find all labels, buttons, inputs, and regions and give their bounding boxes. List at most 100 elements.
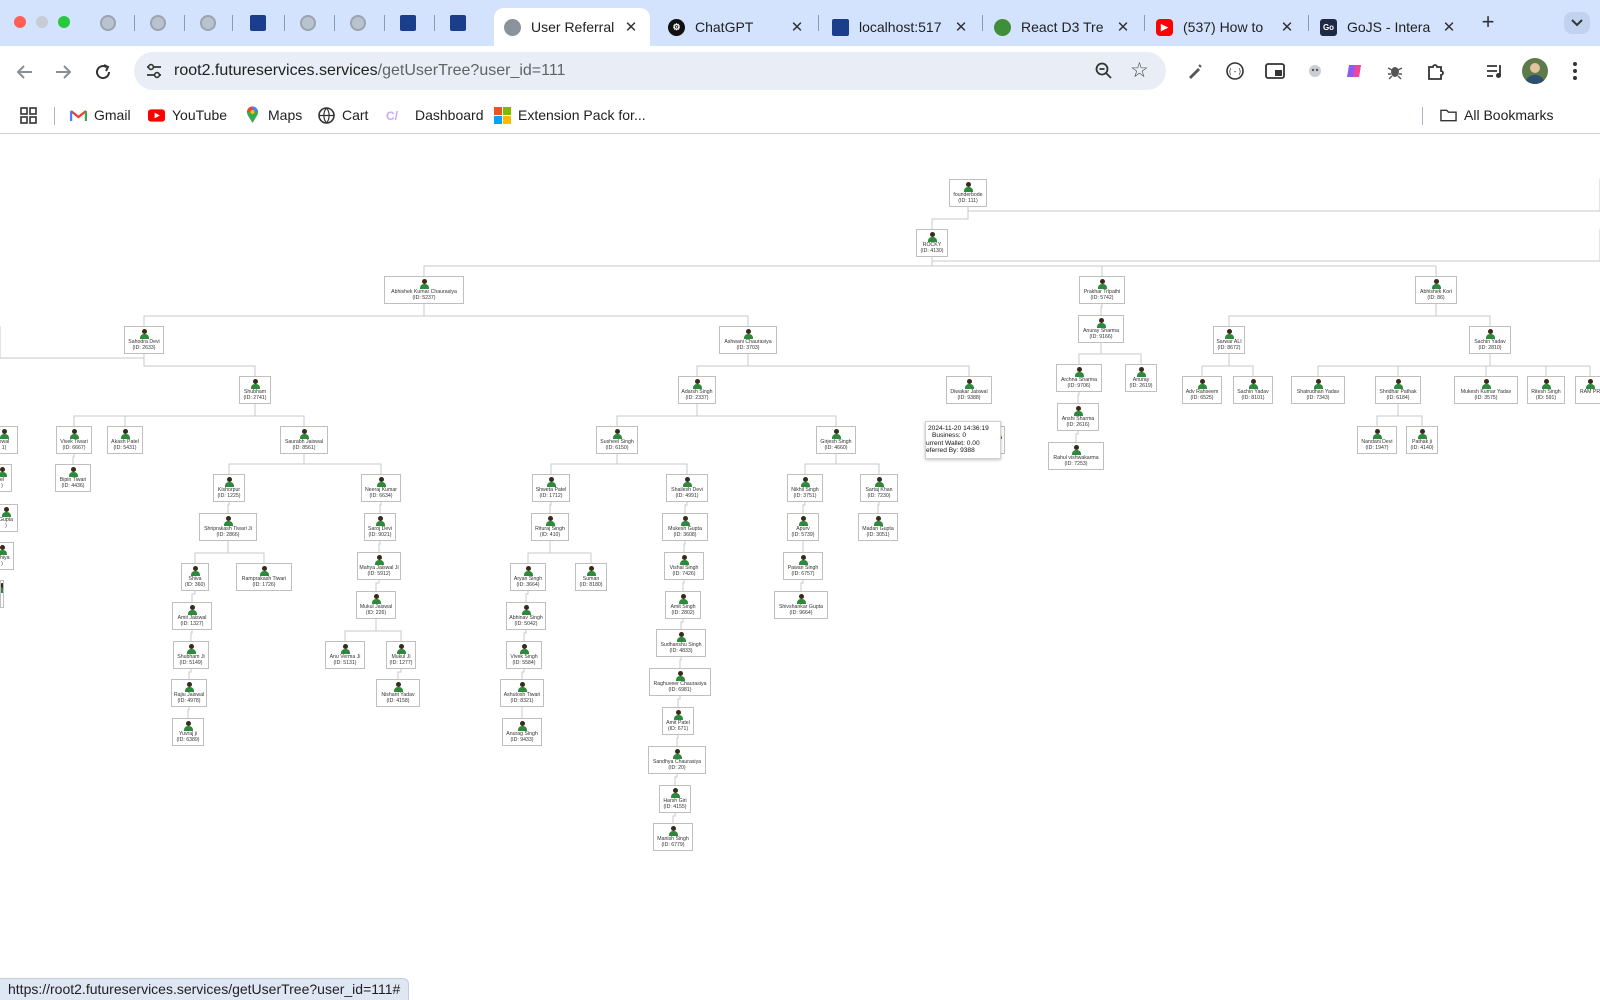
tab-search-button[interactable] bbox=[1564, 12, 1590, 34]
apps-button[interactable] bbox=[20, 105, 37, 125]
minimize-window-button[interactable] bbox=[36, 16, 48, 28]
tree-node[interactable]: Shweta Patel (ID: 1712) bbox=[532, 474, 570, 502]
bookmark-maps[interactable]: Maps bbox=[244, 105, 302, 125]
tree-node[interactable]: Suman (ID: 8180) bbox=[575, 563, 607, 591]
tree-node[interactable]: Anshi Sharma (ID: 2616) bbox=[1057, 403, 1099, 431]
tree-node[interactable]: founderbode (ID: 111) bbox=[949, 179, 987, 207]
close-tab-icon[interactable]: ✕ bbox=[788, 18, 806, 36]
back-button[interactable] bbox=[12, 59, 38, 85]
tree-node[interactable]: Aryan Singh (ID: 3664) bbox=[510, 563, 546, 591]
tree-node[interactable]: Nikhil Singh (ID: 3751) bbox=[787, 474, 823, 502]
tree-node[interactable]: Neeraj Kumar (ID: 6634) bbox=[361, 474, 401, 502]
tree-node[interactable]: Shatrudhan Yadav (ID: 7343) bbox=[1291, 376, 1345, 404]
tree-node[interactable]: Manish Singh (ID: 6779) bbox=[653, 823, 693, 851]
tree-node[interactable]: Sachin Yadav (ID: 8101) bbox=[1233, 376, 1273, 404]
tree-node[interactable]: Madan Gupta (ID: 3051) bbox=[858, 513, 898, 541]
tree-node[interactable]: Apurv (ID: 5739) bbox=[787, 513, 819, 541]
tree-node[interactable]: Diwakar Jaiswal (ID: 9388) bbox=[946, 376, 992, 404]
tree-node[interactable]: Rituraj Singh (ID: 410) bbox=[531, 513, 569, 541]
tree-node[interactable]: Sartaj Khan (ID: 7230) bbox=[860, 474, 898, 502]
tree-node[interactable]: Saroj Devi (ID: 9021) bbox=[364, 513, 396, 541]
new-tab-button[interactable]: + bbox=[1476, 9, 1500, 35]
tab-react-d3-tree[interactable]: React D3 Tre ✕ bbox=[984, 8, 1142, 46]
tree-node[interactable]: Amit Singh (ID: 2802) bbox=[665, 591, 701, 619]
tree-node[interactable]: Anuray (ID: 2619) bbox=[1125, 364, 1157, 392]
media-controls-icon[interactable] bbox=[1484, 60, 1506, 82]
bookmark-dashboard[interactable]: C/ Dashboard bbox=[386, 105, 484, 125]
tree-node[interactable] bbox=[0, 580, 4, 608]
picture-in-picture-icon[interactable] bbox=[1264, 60, 1286, 82]
tree-node[interactable]: Abhishek Kumar Chaurasiya (ID: 5237) bbox=[384, 276, 464, 304]
tree-node[interactable]: Sudhanshu Singh (ID: 4833) bbox=[656, 629, 706, 657]
address-bar[interactable]: root2.futureservices.services/getUserTre… bbox=[134, 52, 1166, 90]
tree-node[interactable]: Vishal Singh (ID: 7426) bbox=[664, 552, 704, 580]
tab-gojs[interactable]: Go GoJS - Intera ✕ bbox=[1310, 8, 1468, 46]
tree-node[interactable]: Sachin Yadav (ID: 2810) bbox=[1469, 326, 1511, 354]
puzzle-extensions-icon[interactable] bbox=[1424, 60, 1446, 82]
zoom-window-button[interactable] bbox=[58, 16, 70, 28]
tree-node[interactable]: Sarwar ALI (ID: 8672) bbox=[1213, 326, 1245, 354]
tree-node[interactable]: Sandhya Chaurasiya (ID: 20) bbox=[648, 746, 706, 774]
tree-node[interactable]: ewal1) bbox=[0, 426, 18, 454]
tree-node[interactable]: Kishorpur (ID: 1225) bbox=[213, 474, 245, 502]
menu-kebab-icon[interactable] bbox=[1564, 60, 1586, 82]
bookmark-youtube[interactable]: YouTube bbox=[148, 105, 227, 125]
tree-node[interactable]: Nishant Yadav (ID: 4158) bbox=[376, 679, 420, 707]
reload-button[interactable] bbox=[90, 59, 116, 85]
tree-node[interactable]: Rajiu Jaiswal (ID: 4978) bbox=[171, 679, 207, 707]
tab-pinned-7[interactable] bbox=[386, 11, 430, 35]
tree-node[interactable]: ROCKY (ID: 4130) bbox=[916, 229, 948, 257]
tree-node[interactable]: Shiva (ID: 360) bbox=[181, 563, 209, 591]
tree-node[interactable]: Amit Patel (ID: 671) bbox=[662, 707, 694, 735]
bookmark-cart[interactable]: Cart bbox=[318, 105, 368, 125]
tree-node[interactable]: Amit Jaiswal (ID: 1327) bbox=[172, 602, 212, 630]
tree-node[interactable]: Akash Patel (ID: 5431) bbox=[107, 426, 143, 454]
forward-button[interactable] bbox=[50, 59, 76, 85]
tree-node[interactable]: el) bbox=[0, 464, 12, 492]
tree-node[interactable]: Prakhar Tripathi (ID: 5742) bbox=[1079, 276, 1125, 304]
close-tab-icon[interactable]: ✕ bbox=[1278, 18, 1296, 36]
close-tab-icon[interactable]: ✕ bbox=[622, 18, 640, 36]
tab-pinned-3[interactable] bbox=[186, 11, 230, 35]
tree-node[interactable]: Yuvraj ji (ID: 6389) bbox=[172, 718, 204, 746]
bookmark-gmail[interactable]: Gmail bbox=[70, 105, 131, 125]
tree-node[interactable]: Archna Sharma (ID: 9706) bbox=[1056, 364, 1102, 392]
tree-node[interactable]: Pathak ji (ID: 4140) bbox=[1406, 426, 1438, 454]
bookmark-star-icon[interactable]: ☆ bbox=[1130, 59, 1149, 83]
tree-node[interactable]: Anu Verma Ji (ID: 5131) bbox=[325, 641, 365, 669]
tree-node[interactable]: Shailesh Devi (ID: 4991) bbox=[666, 474, 708, 502]
tree-node[interactable]: Shivshankar Gupta (ID: 9664) bbox=[774, 591, 828, 619]
tab-youtube-video[interactable]: ▶ (537) How to ✕ bbox=[1146, 8, 1306, 46]
tree-node[interactable]: Shriprakash Tiwari Ji (ID: 2866) bbox=[199, 513, 257, 541]
tree-node[interactable]: Vivek Singh (ID: 5584) bbox=[506, 641, 542, 669]
close-tab-icon[interactable]: ✕ bbox=[1114, 18, 1132, 36]
tab-localhost[interactable]: localhost:517 ✕ bbox=[822, 8, 980, 46]
tree-node[interactable]: chhiya) bbox=[0, 542, 14, 570]
tab-pinned-8[interactable] bbox=[436, 11, 480, 35]
tree-node[interactable]: Anurag Singh (ID: 9433) bbox=[502, 718, 542, 746]
tab-pinned-1[interactable] bbox=[86, 11, 130, 35]
tree-node[interactable]: Pawan Singh (ID: 6757) bbox=[783, 552, 823, 580]
tree-node[interactable]: Ritesh Singh (ID: 591) bbox=[1527, 376, 1565, 404]
tree-node[interactable]: Nandani Devi (ID: 1947) bbox=[1357, 426, 1397, 454]
tab-user-referral[interactable]: User Referral ✕ bbox=[494, 8, 650, 46]
tree-node[interactable]: Abhinav Singh (ID: 5042) bbox=[506, 602, 546, 630]
tree-node[interactable]: Adarsh Singh (ID: 2337) bbox=[678, 376, 716, 404]
tree-node[interactable]: Saurabh Jaiswal (ID: 8561) bbox=[280, 426, 328, 454]
tree-node[interactable]: RAM PR bbox=[1575, 376, 1600, 404]
tree-node[interactable]: Mukesh Gupta (ID: 3608) bbox=[662, 513, 708, 541]
pen-extension-icon[interactable] bbox=[1184, 60, 1206, 82]
tree-node[interactable]: Ashutosh Tiwari (ID: 8321) bbox=[500, 679, 544, 707]
tree-node[interactable]: Adv Rahseem (ID: 6525) bbox=[1182, 376, 1222, 404]
gradient-extension-icon[interactable] bbox=[1344, 60, 1366, 82]
all-bookmarks-button[interactable]: All Bookmarks bbox=[1440, 105, 1553, 125]
tree-node[interactable]: Abhishek Kori (ID: 86) bbox=[1415, 276, 1457, 304]
tree-node[interactable]: Rahul vishwakarma (ID: 7253) bbox=[1048, 442, 1104, 470]
close-window-button[interactable] bbox=[14, 16, 26, 28]
tab-pinned-6[interactable] bbox=[336, 11, 380, 35]
tab-pinned-5[interactable] bbox=[286, 11, 330, 35]
puppet-extension-icon[interactable] bbox=[1304, 60, 1326, 82]
tree-node[interactable]: Harsh Giri (ID: 4155) bbox=[659, 785, 691, 813]
tree-node[interactable]: Sahodra Devi (ID: 2633) bbox=[124, 326, 164, 354]
tree-node[interactable]: Mukesh Kumar Yadav (ID: 3575) bbox=[1454, 376, 1518, 404]
